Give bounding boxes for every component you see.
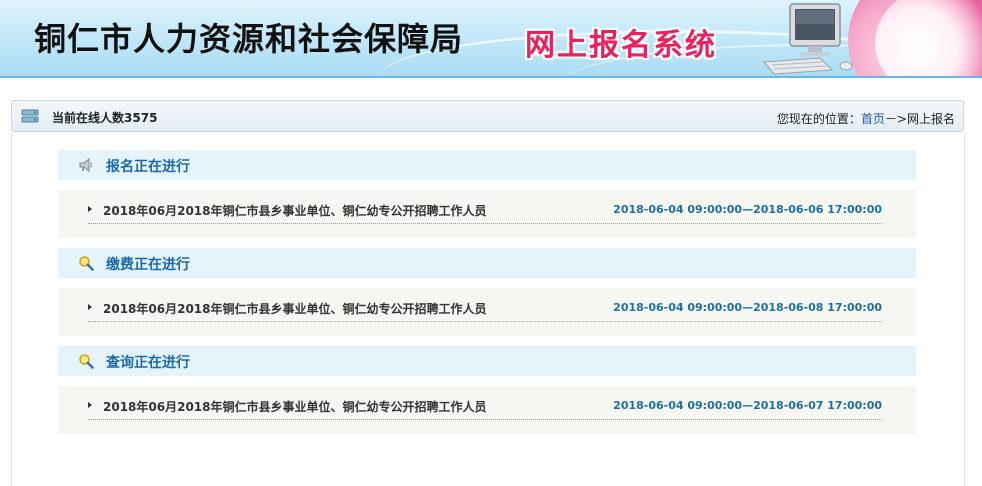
section-header-registration: 报名正在进行 [58,150,916,180]
section-title: 查询正在进行 [106,355,190,371]
online-users-label: 当前在线人数 [52,111,125,125]
content-frame-left-border [11,132,12,486]
online-users-text: 当前在线人数3575 [52,109,157,126]
breadcrumb-home-link[interactable]: 首页 [861,112,885,126]
online-users-count: 3575 [124,111,158,125]
bullet-arrow-icon [88,206,92,212]
time-range: 2018-06-04 09:00:00—2018-06-07 17:00:00 [613,399,882,412]
list-item: 2018年06月2018年铜仁市县乡事业单位、铜仁幼专公开招聘工作人员 2018… [88,288,882,322]
time-range: 2018-06-04 09:00:00—2018-06-06 17:00:00 [613,203,882,216]
computer-icon [762,3,853,75]
recruitment-link[interactable]: 2018年06月2018年铜仁市县乡事业单位、铜仁幼专公开招聘工作人员 [103,300,487,317]
list-item: 2018年06月2018年铜仁市县乡事业单位、铜仁幼专公开招聘工作人员 2018… [88,190,882,224]
section-header-payment: 缴费正在进行 [58,248,916,278]
breadcrumb-separator: －> [884,112,907,126]
section-title: 报名正在进行 [106,159,190,175]
content-frame-right-border [964,132,965,486]
page: 铜仁市人力资源和社会保障局 网上报名系统 当前在线人数3575 您现在的位置：首… [0,0,982,486]
section-body-registration: 2018年06月2018年铜仁市县乡事业单位、铜仁幼专公开招聘工作人员 2018… [58,190,916,238]
banner-divider [0,76,982,78]
magnifier-icon [79,256,94,271]
system-name: 网上报名系统 [525,28,717,63]
header-banner: 铜仁市人力资源和社会保障局 网上报名系统 [0,0,982,78]
list-item: 2018年06月2018年铜仁市县乡事业单位、铜仁幼专公开招聘工作人员 2018… [88,386,882,420]
bullet-arrow-icon [88,304,92,310]
section-body-payment: 2018年06月2018年铜仁市县乡事业单位、铜仁幼专公开招聘工作人员 2018… [58,288,916,336]
location-bar: 当前在线人数3575 您现在的位置：首页－>网上报名 [11,100,964,132]
banner-pink-glow [875,0,982,78]
breadcrumb: 您现在的位置：首页－>网上报名 [777,110,955,127]
recruitment-link[interactable]: 2018年06月2018年铜仁市县乡事业单位、铜仁幼专公开招聘工作人员 [103,398,487,415]
recruitment-link[interactable]: 2018年06月2018年铜仁市县乡事业单位、铜仁幼专公开招聘工作人员 [103,202,487,219]
section-body-query: 2018年06月2018年铜仁市县乡事业单位、铜仁幼专公开招聘工作人员 2018… [58,386,916,434]
section-header-query: 查询正在进行 [58,346,916,376]
bureau-title: 铜仁市人力资源和社会保障局 [34,20,464,58]
section-title: 缴费正在进行 [106,257,190,273]
magnifier-icon [79,354,94,369]
time-range: 2018-06-04 09:00:00—2018-06-08 17:00:00 [613,301,882,314]
bullet-arrow-icon [88,402,92,408]
megaphone-icon [79,157,92,173]
server-status-icon [21,109,39,123]
breadcrumb-current: 网上报名 [906,112,955,126]
breadcrumb-prefix: 您现在的位置： [776,112,861,126]
